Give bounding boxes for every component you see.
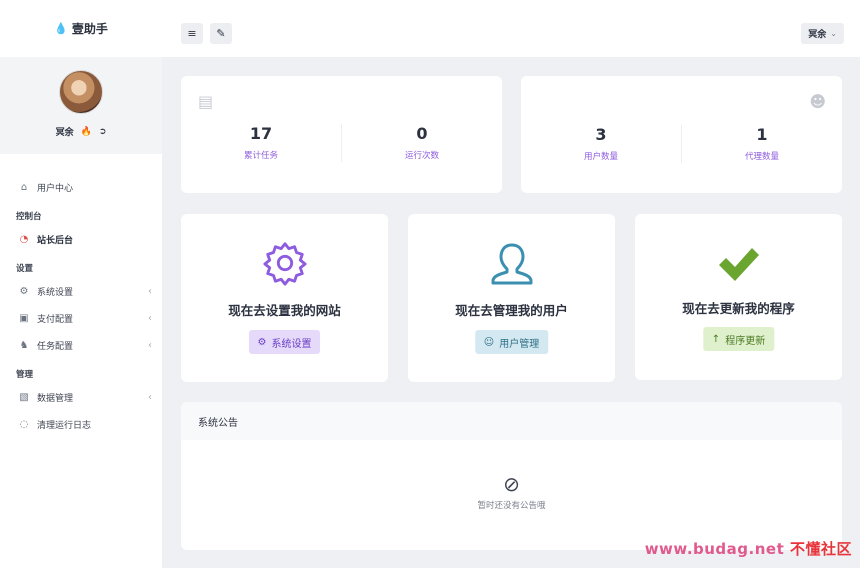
gear-icon: ⚙ bbox=[257, 336, 267, 348]
stats-card-tasks: ▤ 17 累计任务 0 运行次数 bbox=[181, 76, 502, 193]
sidebar: 💧 壹助手 冥余 🔥 ➲ ⌂ 用户中心 控制台 ◔ 站长后台 设置 ⚙ 系统设置… bbox=[0, 0, 162, 568]
sidebar-item-system-settings[interactable]: ⚙ 系统设置 ‹ bbox=[0, 278, 162, 305]
top-header: ≡ ✎ 冥余 ⌄ bbox=[162, 0, 860, 57]
watermark-site: www.budag.net bbox=[644, 540, 785, 558]
stat-user-count: 3 用户数量 bbox=[521, 125, 681, 162]
stat-label: 累计任务 bbox=[243, 151, 278, 161]
stat-value: 1 bbox=[756, 125, 768, 144]
sidebar-item-payment[interactable]: ▣ 支付配置 ‹ bbox=[0, 305, 162, 332]
action-title: 现在去更新我的程序 bbox=[682, 301, 795, 316]
notice-card: 系统公告 ⊘ 暂时还没有公告哦 bbox=[181, 402, 842, 550]
user-block: 冥余 🔥 ➲ bbox=[0, 57, 162, 154]
bar-chart-icon: ▤ bbox=[198, 92, 214, 111]
home-icon: ⌂ bbox=[20, 182, 28, 193]
sidebar-item-user-center[interactable]: ⌂ 用户中心 bbox=[0, 174, 162, 201]
nav-section-manage: 管理 bbox=[16, 370, 34, 380]
stat-label: 用户数量 bbox=[583, 152, 618, 162]
action-title: 现在去管理我的用户 bbox=[455, 303, 568, 318]
user-menu-name: 冥余 bbox=[808, 30, 827, 40]
user-icon bbox=[408, 240, 615, 288]
flame-icon[interactable]: 🔥 bbox=[81, 127, 92, 137]
sidebar-item-admin[interactable]: ◔ 站长后台 bbox=[0, 226, 162, 253]
button-label: 系统设置 bbox=[271, 338, 312, 350]
avatar[interactable] bbox=[59, 70, 103, 114]
action-card-update: 现在去更新我的程序 ↑ 程序更新 bbox=[635, 214, 842, 380]
dashboard-icon: ◔ bbox=[19, 234, 29, 245]
sidebar-item-label: 清理运行日志 bbox=[37, 421, 92, 431]
money-icon: ▣ bbox=[19, 313, 29, 324]
system-settings-button[interactable]: ⚙ 系统设置 bbox=[248, 330, 321, 354]
sidebar-item-label: 支付配置 bbox=[37, 315, 74, 325]
watermark-name: 不懂社区 bbox=[789, 540, 852, 558]
chevron-left-icon: ‹ bbox=[148, 313, 152, 324]
brand[interactable]: 💧 壹助手 bbox=[0, 0, 162, 57]
arrow-up-icon: ↑ bbox=[711, 333, 721, 345]
nav-section-settings: 设置 bbox=[16, 264, 34, 274]
bar-chart-icon: ▧ bbox=[19, 392, 29, 403]
flame-icon: 💧 bbox=[54, 22, 68, 35]
sidebar-item-label: 站长后台 bbox=[37, 236, 74, 246]
stat-run-count: 0 运行次数 bbox=[342, 124, 502, 161]
sidebar-item-data[interactable]: ▧ 数据管理 ‹ bbox=[0, 384, 162, 411]
sidebar-item-label: 数据管理 bbox=[37, 394, 74, 404]
brush-icon: ✎ bbox=[216, 27, 226, 40]
sidebar-item-label: 用户中心 bbox=[37, 184, 74, 194]
sidebar-item-label: 系统设置 bbox=[37, 288, 74, 298]
stats-card-users: ☻ 3 用户数量 1 代理数量 bbox=[521, 76, 842, 193]
chevron-left-icon: ‹ bbox=[148, 392, 152, 403]
menu-icon: ≡ bbox=[187, 27, 197, 40]
logout-icon[interactable]: ➲ bbox=[99, 127, 107, 137]
gear-icon: ⚙ bbox=[19, 286, 29, 297]
users-icon: ☺ bbox=[483, 336, 495, 348]
sidebar-item-task-config[interactable]: ♞ 任务配置 ‹ bbox=[0, 332, 162, 359]
stat-value: 0 bbox=[416, 124, 428, 143]
button-label: 程序更新 bbox=[725, 335, 766, 347]
notice-empty-state: ⊘ 暂时还没有公告哦 bbox=[181, 474, 842, 511]
user-icon: ☻ bbox=[809, 92, 826, 111]
stat-label: 代理数量 bbox=[744, 152, 779, 162]
sidebar-nav: ⌂ 用户中心 控制台 ◔ 站长后台 设置 ⚙ 系统设置 ‹ ▣ 支付配置 ‹ ♞… bbox=[0, 154, 162, 438]
user-name[interactable]: 冥余 bbox=[56, 125, 74, 138]
stat-total-tasks: 17 累计任务 bbox=[181, 124, 341, 161]
empty-text: 暂时还没有公告哦 bbox=[477, 501, 546, 511]
no-entry-icon: ⊘ bbox=[503, 472, 520, 496]
action-card-users: 现在去管理我的用户 ☺ 用户管理 bbox=[408, 214, 615, 382]
user-menu-dropdown[interactable]: 冥余 ⌄ bbox=[801, 23, 844, 44]
sidebar-item-clear-log[interactable]: ◌ 清理运行日志 bbox=[0, 411, 162, 438]
brand-name: 壹助手 bbox=[71, 22, 108, 36]
chevron-down-icon: ⌄ bbox=[830, 29, 837, 38]
stat-value: 17 bbox=[249, 124, 273, 143]
theme-brush-button[interactable]: ✎ bbox=[210, 23, 232, 44]
stat-label: 运行次数 bbox=[404, 151, 439, 161]
user-line: 冥余 🔥 ➲ bbox=[56, 125, 107, 139]
gear-icon bbox=[181, 240, 388, 286]
check-icon bbox=[635, 244, 842, 284]
horse-icon: ♞ bbox=[19, 340, 29, 351]
sidebar-item-label: 任务配置 bbox=[37, 342, 74, 352]
program-update-button[interactable]: ↑ 程序更新 bbox=[702, 327, 775, 351]
nav-section-console: 控制台 bbox=[16, 212, 42, 222]
menu-toggle-button[interactable]: ≡ bbox=[181, 23, 203, 44]
watermark: www.budag.net 不懂社区 bbox=[645, 538, 852, 559]
chevron-left-icon: ‹ bbox=[148, 286, 152, 297]
button-label: 用户管理 bbox=[499, 338, 540, 350]
user-manage-button[interactable]: ☺ 用户管理 bbox=[474, 330, 549, 354]
action-title: 现在去设置我的网站 bbox=[228, 303, 341, 318]
stat-agent-count: 1 代理数量 bbox=[682, 125, 842, 162]
action-card-settings: 现在去设置我的网站 ⚙ 系统设置 bbox=[181, 214, 388, 382]
stat-value: 3 bbox=[595, 125, 607, 144]
spinner-icon: ◌ bbox=[19, 419, 29, 430]
notice-title: 系统公告 bbox=[181, 402, 842, 440]
chevron-left-icon: ‹ bbox=[148, 340, 152, 351]
